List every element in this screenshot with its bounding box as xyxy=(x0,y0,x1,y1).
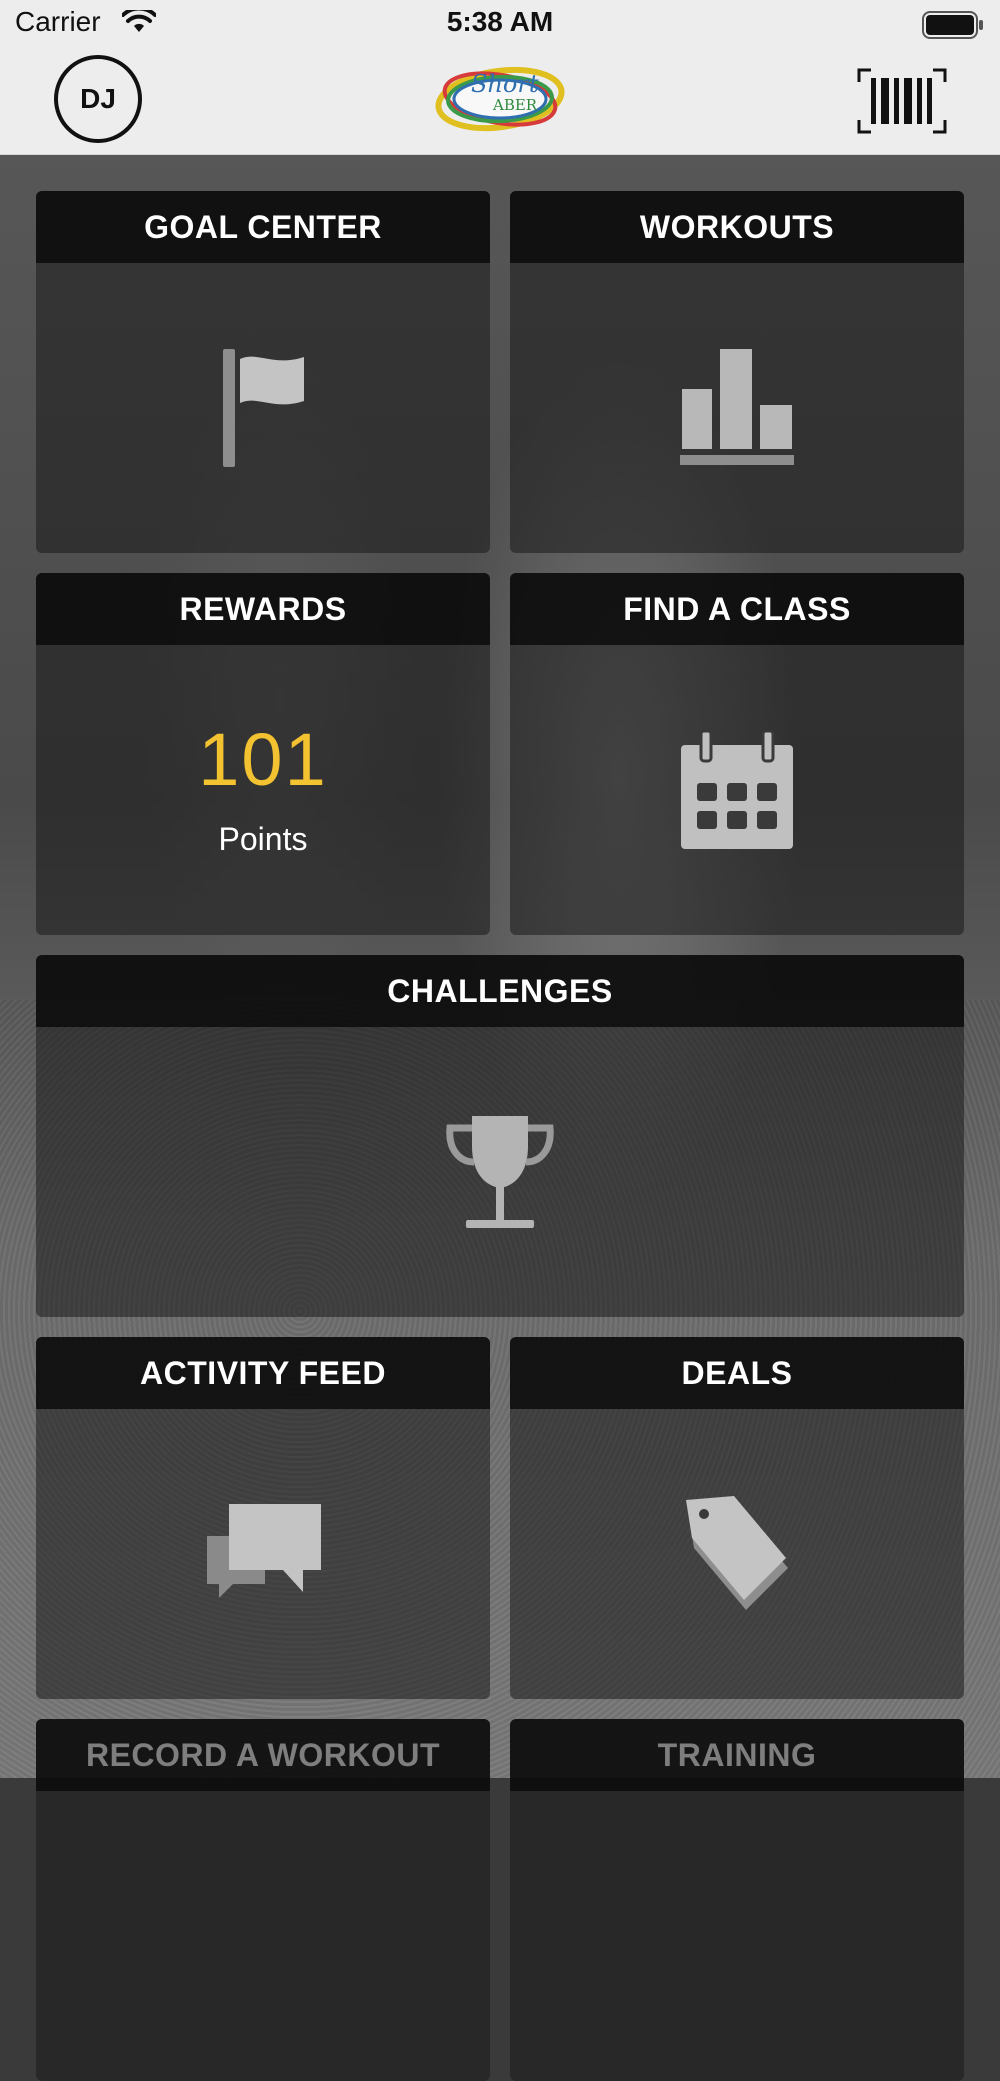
profile-avatar-button[interactable]: DJ xyxy=(54,55,142,143)
bar-chart-icon xyxy=(680,349,794,467)
chat-bubbles-icon xyxy=(203,1502,323,1606)
trophy-icon xyxy=(444,1116,556,1228)
challenges-tile[interactable]: CHALLENGES xyxy=(36,955,964,1317)
club-logo: Short ABER xyxy=(433,62,567,136)
find-a-class-title: FIND A CLASS xyxy=(510,573,964,645)
flag-icon xyxy=(218,349,308,467)
logo-text-secondary: ABER xyxy=(493,96,538,114)
goal-center-tile[interactable]: GOAL CENTER xyxy=(36,191,490,553)
points-label: Points xyxy=(218,820,308,857)
battery-icon xyxy=(922,11,984,44)
status-bar: Carrier 5:38 AM xyxy=(0,0,1000,48)
barcode-icon[interactable] xyxy=(857,68,947,139)
calendar-icon xyxy=(681,731,793,849)
training-title: TRAINING xyxy=(510,1719,964,1791)
tag-icon xyxy=(684,1496,790,1612)
rewards-title: REWARDS xyxy=(36,573,490,645)
workouts-tile[interactable]: WORKOUTS xyxy=(510,191,964,553)
status-time: 5:38 AM xyxy=(446,6,554,37)
record-a-workout-title: RECORD A WORKOUT xyxy=(36,1719,490,1791)
find-a-class-tile[interactable]: FIND A CLASS xyxy=(510,573,964,935)
logo-text-primary: Short xyxy=(471,70,539,98)
record-a-workout-tile[interactable]: RECORD A WORKOUT xyxy=(36,1719,490,2081)
workouts-title: WORKOUTS xyxy=(510,191,964,263)
activity-feed-title: ACTIVITY FEED xyxy=(36,1337,490,1409)
goal-center-title: GOAL CENTER xyxy=(36,191,490,263)
points-value: 101 xyxy=(198,717,328,801)
deals-title: DEALS xyxy=(510,1337,964,1409)
challenges-title: CHALLENGES xyxy=(36,955,964,1027)
deals-tile[interactable]: DEALS xyxy=(510,1337,964,1699)
training-tile[interactable]: TRAINING xyxy=(510,1719,964,2081)
top-bar: Carrier 5:38 AM DJ Short ABER xyxy=(0,0,1000,155)
activity-feed-tile[interactable]: ACTIVITY FEED xyxy=(36,1337,490,1699)
rewards-tile[interactable]: REWARDS 101 Points xyxy=(36,573,490,935)
